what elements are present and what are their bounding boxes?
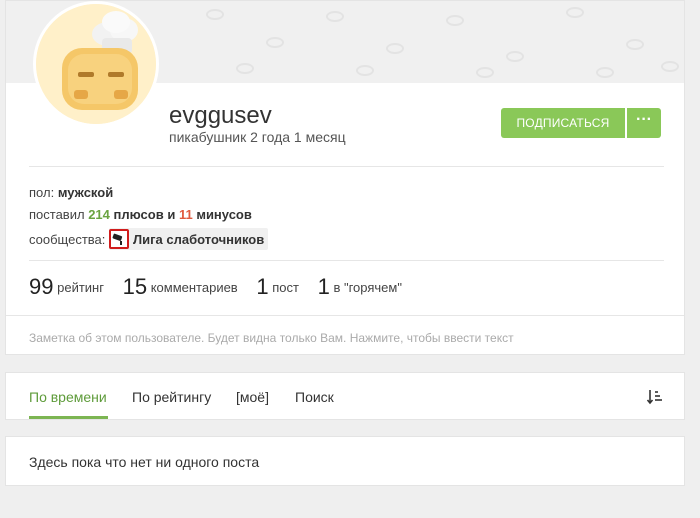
sort-icon[interactable] [646,388,664,406]
gender-value: мужской [57,185,114,200]
empty-posts-card: Здесь пока что нет ни одного поста [5,436,685,486]
cover-pattern [356,65,374,76]
profile-card: evggusev пикабушник 2 года 1 месяц ПОДПИ… [5,0,685,355]
cover-pattern [386,43,404,54]
cover-pattern [476,67,494,78]
cctv-camera-icon [109,229,130,249]
more-dots-icon: ··· [636,111,652,128]
plus-label: плюсов и [113,207,176,222]
divider [29,166,664,167]
plus-count: 214 [88,207,110,222]
stat-value: 1 [317,274,330,299]
stat-posts: 1 пост [256,274,302,299]
cover-pattern [236,63,254,74]
active-tab-indicator [29,416,108,419]
stat-label: в "горячем" [333,280,402,295]
stat-label: комментариев [150,280,238,295]
subscribe-button[interactable]: ПОДПИСАТЬСЯ [501,108,625,138]
divider [29,260,664,261]
minus-label: минусов [196,207,252,222]
divider [6,315,684,316]
votes-row: поставил 214 плюсов и 11 минусов [29,207,252,222]
gender-row: пол: мужской [29,185,113,200]
stat-rating: 99 рейтинг [29,274,108,299]
tab-by-time[interactable]: По времени [29,389,107,405]
tab-mine[interactable]: [моё] [236,389,269,405]
username: evggusev [169,102,272,129]
stat-comments: 15 комментариев [123,274,242,299]
communities-row: сообщества: Лига слаботочников [29,228,269,250]
cover-pattern [446,15,464,26]
gender-label: пол: [29,185,55,200]
stat-hot: 1 в "горячем" [318,274,402,299]
stat-label: пост [272,280,299,295]
user-note-input[interactable]: Заметка об этом пользователе. Будет видн… [29,331,514,345]
tab-search[interactable]: Поиск [295,389,334,405]
more-options-button[interactable]: ··· [627,108,661,138]
community-name: Лига слаботочников [133,232,265,247]
cover-pattern [326,11,344,22]
user-tenure: пикабушник 2 года 1 месяц [169,129,346,145]
tab-by-rating[interactable]: По рейтингу [132,389,211,405]
stat-value: 15 [122,274,148,299]
avatar[interactable] [33,1,159,127]
stat-value: 99 [29,274,54,299]
empty-posts-message: Здесь пока что нет ни одного поста [29,454,260,470]
cover-pattern [596,67,614,78]
cover-pattern [506,51,524,62]
user-stats: 99 рейтинг 15 комментариев 1 пост 1 в "г… [29,274,417,300]
stat-label: рейтинг [57,280,104,295]
post-tabs-bar: По времени По рейтингу [моё] Поиск [5,372,685,420]
communities-label: сообщества: [29,232,106,247]
cover-pattern [626,39,644,50]
toast-chef-avatar-icon [36,4,156,124]
stat-value: 1 [256,274,269,299]
cover-pattern [206,9,224,20]
cover-pattern [566,7,584,18]
cover-pattern [661,61,679,72]
votes-prefix: поставил [29,207,85,222]
cover-pattern [266,37,284,48]
minus-count: 11 [178,207,193,222]
community-link[interactable]: Лига слаботочников [109,228,269,250]
